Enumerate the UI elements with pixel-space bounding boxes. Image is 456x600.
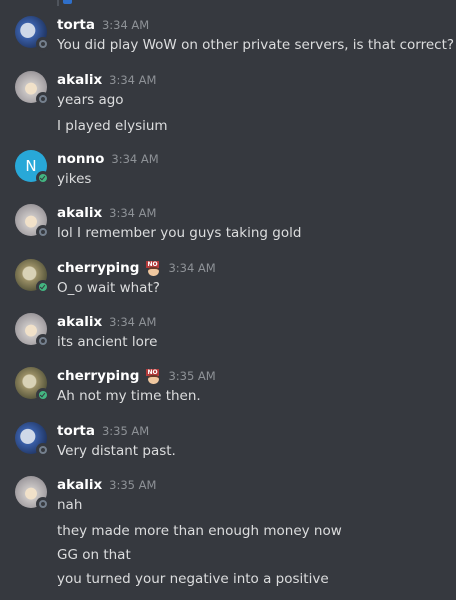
previous-message-fragment (57, 0, 72, 6)
no-emoji-badge-icon[interactable]: NO (145, 260, 161, 276)
status-idle-icon (36, 92, 50, 106)
timestamp[interactable]: 3:34 AM (102, 18, 149, 32)
timestamp[interactable]: 3:35 AM (168, 369, 215, 383)
username[interactable]: akalix (57, 314, 102, 330)
status-idle-icon (36, 225, 50, 239)
message-text: years ago (57, 92, 124, 108)
message-group: akalix 3:34 AM years ago I played elysiu… (0, 69, 456, 139)
message-text: they made more than enough money now (57, 523, 342, 539)
message-text: You did play WoW on other private server… (57, 37, 455, 53)
status-idle-icon (36, 37, 50, 51)
message-text: lol I remember you guys taking gold (57, 225, 302, 241)
message-text: you turned your negative into a positive (57, 571, 329, 587)
timestamp[interactable]: 3:34 AM (111, 152, 158, 166)
message-text: Ah not my time then. (57, 388, 201, 404)
timestamp[interactable]: 3:34 AM (109, 315, 156, 329)
message-group: akalix 3:35 AM nah they made more than e… (0, 474, 456, 594)
username[interactable]: cherryping (57, 260, 139, 276)
message-group: cherryping NO 3:35 AM Ah not my time the… (0, 365, 456, 405)
message-group: akalix 3:34 AM lol I remember you guys t… (0, 202, 456, 242)
message-group: cherryping NO 3:34 AM O_o wait what? (0, 257, 456, 297)
message-header: akalix 3:34 AM (57, 69, 156, 91)
status-idle-icon (36, 497, 50, 511)
timestamp[interactable]: 3:35 AM (102, 424, 149, 438)
message-group: akalix 3:34 AM its ancient lore (0, 311, 456, 351)
status-online-icon (36, 388, 50, 402)
timestamp[interactable]: 3:34 AM (109, 206, 156, 220)
message-group: torta 3:35 AM Very distant past. (0, 420, 456, 460)
username[interactable]: torta (57, 17, 95, 33)
message-text: Very distant past. (57, 443, 176, 459)
message-header: akalix 3:34 AM (57, 202, 156, 224)
message-text: nah (57, 497, 83, 513)
message-group: torta 3:34 AM You did play WoW on other … (0, 14, 456, 54)
message-header: nonno 3:34 AM (57, 148, 159, 170)
message-text: I played elysium (57, 118, 168, 134)
message-header: akalix 3:34 AM (57, 311, 156, 333)
username[interactable]: akalix (57, 205, 102, 221)
username[interactable]: akalix (57, 477, 102, 493)
message-text: GG on that (57, 547, 131, 563)
message-header: cherryping NO 3:34 AM (57, 257, 216, 279)
timestamp[interactable]: 3:35 AM (109, 478, 156, 492)
message-header: torta 3:34 AM (57, 14, 149, 36)
message-header: cherryping NO 3:35 AM (57, 365, 216, 387)
status-online-icon (36, 171, 50, 185)
no-emoji-badge-icon[interactable]: NO (145, 368, 161, 384)
username[interactable]: nonno (57, 151, 104, 167)
message-text: O_o wait what? (57, 280, 160, 296)
message-header: torta 3:35 AM (57, 420, 149, 442)
username[interactable]: cherryping (57, 368, 139, 384)
message-text: yikes (57, 171, 92, 187)
message-header: akalix 3:35 AM (57, 474, 156, 496)
status-idle-icon (36, 443, 50, 457)
timestamp[interactable]: 3:34 AM (109, 73, 156, 87)
status-idle-icon (36, 334, 50, 348)
message-group: N nonno 3:34 AM yikes (0, 148, 456, 188)
username[interactable]: akalix (57, 72, 102, 88)
timestamp[interactable]: 3:34 AM (168, 261, 215, 275)
status-online-icon (36, 280, 50, 294)
username[interactable]: torta (57, 423, 95, 439)
message-text: its ancient lore (57, 334, 158, 350)
